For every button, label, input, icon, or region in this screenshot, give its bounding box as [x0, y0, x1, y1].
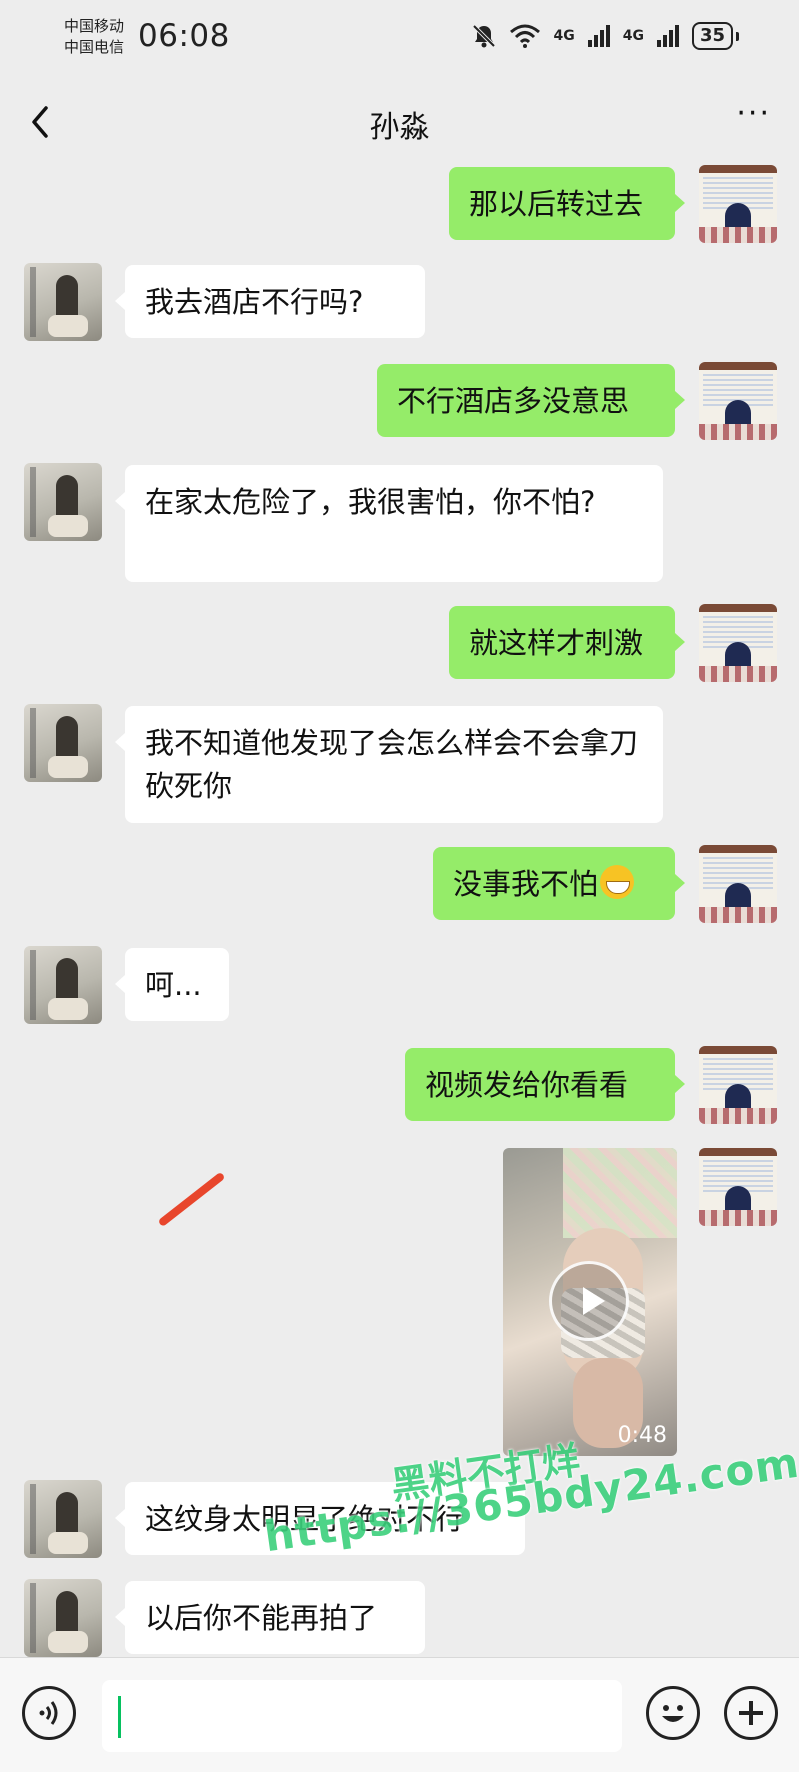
carrier-info: 中国移动 中国电信 [64, 16, 124, 58]
contact-avatar[interactable] [24, 1480, 102, 1558]
emoji-button[interactable] [646, 1686, 700, 1740]
wifi-icon [510, 24, 541, 48]
message-bubble-sent[interactable]: 那以后转过去 [449, 167, 685, 240]
voice-button[interactable] [22, 1686, 76, 1740]
message-text: 没事我不怕 [453, 867, 599, 901]
video-thumbnail-detail [563, 1148, 677, 1238]
more-options-button[interactable]: ··· [736, 96, 771, 131]
battery-tip [736, 31, 739, 41]
contact-avatar[interactable] [24, 704, 102, 782]
message-bubble-sent[interactable]: 就这样才刺激 [449, 606, 685, 679]
carrier-1: 中国移动 [64, 17, 125, 35]
input-bar [0, 1657, 799, 1772]
message-bubble-sent[interactable]: 视频发给你看看 [405, 1048, 685, 1121]
message-bubble-received[interactable]: 在家太危险了，我很害怕，你不怕? [115, 465, 663, 582]
my-avatar[interactable] [699, 845, 777, 923]
mute-bell-icon [473, 24, 496, 48]
video-duration: 0:48 [617, 1423, 667, 1448]
status-bar: 中国移动 中国电信 06:08 4G 4G 35 [0, 0, 799, 80]
contact-avatar[interactable] [24, 946, 102, 1024]
grinning-face-icon [600, 865, 635, 899]
contact-avatar[interactable] [24, 263, 102, 341]
signal-icon [587, 25, 610, 47]
chat-header: 孙淼 ··· [0, 80, 799, 164]
my-avatar[interactable] [699, 1046, 777, 1124]
red-annotation-mark [157, 1171, 226, 1228]
message-bubble-received[interactable]: 以后你不能再拍了 [115, 1581, 425, 1654]
my-avatar[interactable] [699, 1148, 777, 1226]
message-bubble-sent[interactable]: 没事我不怕 [433, 847, 685, 920]
carrier-2: 中国电信 [64, 38, 125, 56]
contact-avatar[interactable] [24, 463, 102, 541]
message-bubble-received[interactable]: 呵... [115, 948, 229, 1021]
chat-title: 孙淼 [369, 110, 430, 145]
network-type-2: 4G [622, 28, 644, 44]
emoji-icon [662, 1705, 684, 1722]
my-avatar[interactable] [699, 362, 777, 440]
signal-icon [656, 25, 679, 47]
clock: 06:08 [138, 18, 230, 54]
video-message[interactable]: 0:48 [503, 1148, 677, 1456]
message-input[interactable] [102, 1680, 622, 1752]
status-icons: 4G 4G 35 [471, 22, 739, 50]
network-type-1: 4G [553, 28, 575, 44]
message-bubble-received[interactable]: 我去酒店不行吗? [115, 265, 425, 338]
message-bubble-sent[interactable]: 不行酒店多没意思 [377, 364, 685, 437]
my-avatar[interactable] [699, 604, 777, 682]
contact-avatar[interactable] [24, 1579, 102, 1657]
plus-icon[interactable] [724, 1686, 778, 1740]
voice-icon [39, 1701, 58, 1725]
text-cursor [118, 1696, 121, 1738]
message-bubble-received[interactable]: 我不知道他发现了会怎么样会不会拿刀砍死你 [115, 706, 663, 823]
battery-icon: 35 [691, 22, 733, 50]
my-avatar[interactable] [699, 165, 777, 243]
play-icon[interactable] [549, 1261, 629, 1341]
